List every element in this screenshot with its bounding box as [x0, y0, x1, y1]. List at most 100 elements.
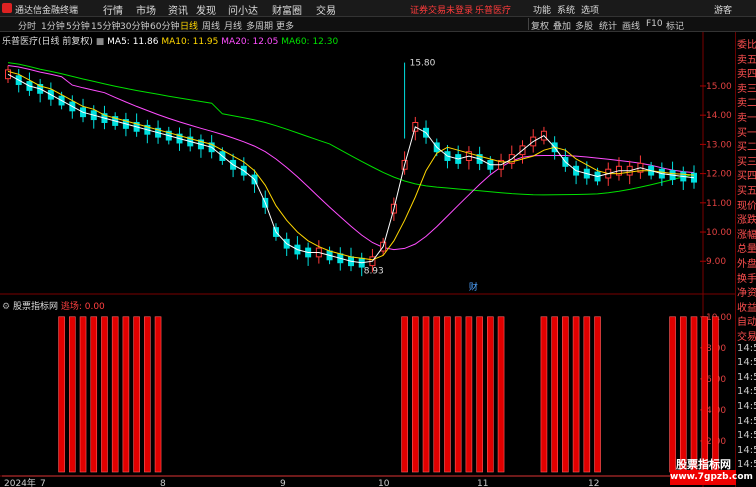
- signal-bar: [144, 316, 151, 473]
- period-daily[interactable]: 日线: [180, 19, 198, 32]
- sidebar-item: 14:56: [737, 430, 756, 442]
- sidebar-item: 卖三: [737, 83, 756, 95]
- signal-bar: [454, 316, 462, 473]
- signal-bar: [444, 316, 451, 473]
- sidebar-item: 14:56: [737, 415, 756, 427]
- period-multi[interactable]: 多周期: [246, 19, 273, 32]
- signal-bar: [572, 316, 580, 473]
- price-tick-label: 13.00: [706, 140, 732, 150]
- period-60min[interactable]: 60分钟: [150, 19, 179, 32]
- current-stock-name[interactable]: 乐普医疗: [475, 3, 511, 16]
- signal-bar: [690, 316, 698, 473]
- x-axis-label: 10: [378, 479, 390, 487]
- sidebar-item: 卖四: [737, 69, 756, 81]
- sidebar-item: 总量: [737, 244, 756, 256]
- menu-faxian[interactable]: 发现: [196, 2, 216, 17]
- sidebar-item: 14:56: [737, 371, 756, 383]
- period-more[interactable]: 更多: [276, 19, 294, 32]
- event-marker: 财: [469, 281, 478, 293]
- signal-bar: [487, 316, 494, 473]
- price-tick-label: 10.00: [706, 228, 732, 238]
- chart-area[interactable]: 15.00 14.00 13.00 12.00 11.00 10.00 9.00 10.00…: [0, 32, 735, 487]
- sidebar-item: 换手: [737, 273, 756, 285]
- sidebar-item: 买一: [737, 127, 756, 139]
- sidebar-item: 买四: [737, 171, 756, 183]
- signal-bar: [422, 316, 430, 473]
- title-bar: 通达信金融终端 行情 市场 资讯 发现 问小达 财富圈 交易 证券交易未登录 乐…: [0, 0, 756, 17]
- period-5min[interactable]: 5分钟: [66, 19, 90, 32]
- indicator-tick-label: 10.00: [706, 313, 732, 323]
- sidebar-item: 净资: [737, 288, 756, 300]
- period-15min[interactable]: 15分钟: [91, 19, 120, 32]
- period-fenshi[interactable]: 分时: [18, 19, 36, 32]
- app-logo-icon: [2, 3, 12, 13]
- tool-duogu[interactable]: 多股: [575, 19, 593, 32]
- signal-bar: [712, 316, 719, 473]
- tool-f10[interactable]: F10: [646, 19, 663, 29]
- price-tick-label: 11.00: [706, 199, 732, 209]
- signal-bar: [701, 316, 709, 473]
- price-tick-label: 12.00: [706, 170, 732, 180]
- x-axis-label: 8: [160, 479, 166, 487]
- ma20-line: [7, 65, 695, 251]
- ma10-polyline: [7, 70, 695, 261]
- tool-diejia[interactable]: 叠加: [553, 19, 571, 32]
- signal-bar: [540, 316, 548, 473]
- menu-wenxiaoda[interactable]: 问小达: [228, 2, 258, 17]
- toolbar-separator: [528, 18, 529, 30]
- sidebar-item: 14:56: [737, 357, 756, 369]
- tool-biaoji[interactable]: 标记: [666, 19, 684, 32]
- signal-bar: [594, 316, 601, 473]
- tool-tongji[interactable]: 统计: [599, 19, 617, 32]
- period-1min[interactable]: 1分钟: [41, 19, 65, 32]
- menu-zixun[interactable]: 资讯: [168, 2, 188, 17]
- signal-bar: [401, 316, 408, 473]
- tool-fuquan[interactable]: 复权: [531, 19, 549, 32]
- tool-huaxian[interactable]: 画线: [622, 19, 640, 32]
- sidebar-item: 14:56: [737, 401, 756, 412]
- x-axis-label: 9: [280, 479, 286, 487]
- sidebar-item: 涨跌: [737, 215, 756, 227]
- signal-bar: [154, 316, 162, 473]
- signal-bar: [562, 316, 569, 473]
- x-axis-label: 7: [40, 479, 46, 487]
- high-price-label: 15.80: [410, 59, 436, 69]
- signal-bar: [476, 316, 483, 473]
- price-tick-label: 15.00: [706, 82, 732, 92]
- signal-bar: [433, 316, 441, 473]
- quote-sidebar: 委比 卖五 卖四 卖三 卖二 卖一 买一 买二 买三 买四 买五 现价 涨跌 涨幅 总量 外盘 换手 净资 收益 自动…: [735, 32, 756, 487]
- menu-xitong[interactable]: 系统: [557, 3, 575, 16]
- user-guest[interactable]: 游客: [714, 3, 732, 16]
- menu-jiaoyi[interactable]: 交易: [316, 2, 336, 17]
- signal-bar: [551, 316, 558, 473]
- menu-hangqing[interactable]: 行情: [103, 2, 123, 17]
- sidebar-item: 涨幅: [737, 229, 756, 241]
- signal-bar: [69, 316, 76, 473]
- sidebar-item: 现价: [737, 200, 756, 212]
- x-axis-label: 11: [477, 479, 488, 487]
- sidebar-item: 14:56: [737, 459, 756, 471]
- app-title: 通达信金融终端: [15, 6, 79, 16]
- signal-bar: [465, 316, 473, 473]
- menu-xuanxiang[interactable]: 选项: [581, 3, 599, 16]
- menu-shichang[interactable]: 市场: [136, 2, 156, 17]
- signal-bar: [583, 316, 591, 473]
- price-tick-label: 9.00: [706, 257, 726, 267]
- menu-caifuquan[interactable]: 财富圈: [272, 2, 302, 17]
- x-axis-label: 12: [588, 479, 599, 487]
- sidebar-item: 外盘: [737, 259, 756, 270]
- menu-gongneng[interactable]: 功能: [533, 3, 551, 16]
- period-toolbar: 分时 1分钟 5分钟 15分钟 30分钟 60分钟 日线 周线 月线 多周期 更…: [0, 17, 756, 32]
- signal-bar: [679, 316, 687, 473]
- period-weekly[interactable]: 周线: [202, 19, 220, 32]
- period-30min[interactable]: 30分钟: [120, 19, 149, 32]
- sidebar-item: 卖一: [737, 113, 756, 124]
- x-axis-label: 2024年: [4, 477, 36, 487]
- signal-bar: [122, 316, 130, 473]
- login-warning[interactable]: 证券交易未登录: [410, 3, 473, 16]
- sidebar-item: 卖五: [737, 54, 756, 66]
- low-price-label: 8.93: [364, 266, 384, 276]
- signal-bar: [101, 316, 108, 473]
- candle-body: [5, 69, 11, 80]
- period-monthly[interactable]: 月线: [224, 19, 242, 32]
